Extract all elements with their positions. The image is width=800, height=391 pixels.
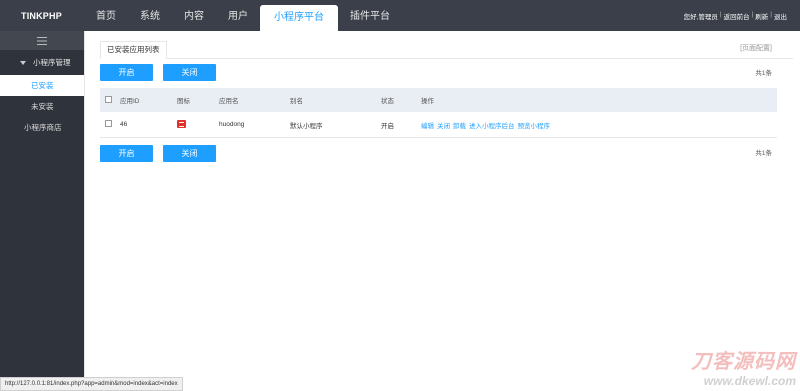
table-row: 46 huodong 默认小程序 开启 编辑 关闭 卸载 进入小程序后台 预览小…	[100, 112, 777, 138]
user-greeting: 您好,管理员	[683, 14, 718, 21]
page-config-link[interactable]: [页面配置]	[740, 43, 772, 53]
cell-actions: 编辑 关闭 卸载 进入小程序后台 预览小程序	[421, 120, 777, 130]
refresh-link[interactable]: 刷新	[755, 11, 768, 21]
caret-down-icon	[20, 60, 26, 65]
col-app-name: 应用名	[219, 98, 239, 105]
close-link[interactable]: 关闭	[437, 120, 450, 130]
enable-button-bottom[interactable]: 开启	[100, 145, 153, 162]
tab-underline	[100, 58, 793, 59]
app-icon	[177, 119, 186, 128]
sidebar-group-miniprogram[interactable]: 小程序管理	[0, 50, 84, 75]
separator: |	[751, 11, 754, 18]
sidebar-item-not-installed[interactable]: 未安装	[0, 96, 84, 117]
main-content: 已安装应用列表 [页面配置] 开启 关闭 共1条 应用ID 图标 应用名 别名 …	[84, 31, 800, 391]
cell-status: 开启	[381, 122, 394, 130]
row-checkbox[interactable]	[105, 120, 112, 127]
preview-link[interactable]: 预览小程序	[518, 120, 551, 130]
col-app-id: 应用ID	[120, 98, 140, 105]
col-alias: 别名	[290, 98, 303, 105]
watermark-url: www.dkewl.com	[703, 374, 796, 388]
edit-link[interactable]: 编辑	[421, 120, 434, 130]
nav-users[interactable]: 用户	[216, 0, 260, 31]
logout-link[interactable]: 退出	[774, 11, 787, 21]
apps-table: 应用ID 图标 应用名 别名 状态 操作 46 huodong 默认小程序 开启…	[100, 88, 777, 138]
cell-app-id: 46	[120, 121, 128, 128]
separator: |	[770, 11, 772, 18]
user-links: 您好,管理员 | 返回前台 | 刷新 | 退出	[684, 11, 787, 21]
disable-button-bottom[interactable]: 关闭	[163, 145, 216, 162]
sidebar-toggle[interactable]	[0, 31, 84, 50]
back-to-frontend-link[interactable]: 返回前台	[724, 11, 750, 21]
disable-button[interactable]: 关闭	[163, 64, 216, 81]
table-header: 应用ID 图标 应用名 别名 状态 操作	[100, 88, 777, 112]
tab-installed-apps[interactable]: 已安装应用列表	[100, 41, 167, 59]
sidebar: 小程序管理 已安装 未安装 小程序商店	[0, 31, 84, 391]
enter-admin-link[interactable]: 进入小程序后台	[469, 120, 515, 130]
nav-home[interactable]: 首页	[84, 0, 128, 31]
separator: |	[719, 11, 722, 18]
enable-button[interactable]: 开启	[100, 64, 153, 81]
nav-content[interactable]: 内容	[172, 0, 216, 31]
watermark: 刀客源码网 www.dkewl.com	[691, 345, 796, 388]
record-count: 共1条	[755, 70, 772, 77]
uninstall-link[interactable]: 卸载	[453, 120, 466, 130]
sidebar-group-label: 小程序管理	[33, 58, 71, 67]
sidebar-item-installed[interactable]: 已安装	[0, 75, 84, 96]
cell-app-name: huodong	[219, 121, 245, 128]
col-actions: 操作	[421, 98, 434, 105]
browser-status-bar: http://127.0.0.1:81/index.php?app=admin&…	[0, 377, 183, 391]
menu-icon	[37, 36, 47, 45]
nav-plugin-platform[interactable]: 插件平台	[338, 0, 402, 31]
watermark-title: 刀客源码网	[691, 351, 796, 373]
nav-system[interactable]: 系统	[128, 0, 172, 31]
col-icon: 图标	[177, 98, 190, 105]
top-navbar: TINKPHP 首页 系统 内容 用户 小程序平台 插件平台 您好,管理员 | …	[0, 0, 800, 31]
sidebar-item-store[interactable]: 小程序商店	[0, 117, 84, 138]
cell-alias: 默认小程序	[290, 122, 323, 130]
record-count-bottom: 共1条	[755, 150, 772, 157]
main-nav: 首页 系统 内容 用户 小程序平台 插件平台	[84, 0, 402, 31]
select-all-checkbox[interactable]	[105, 95, 112, 103]
brand-logo: TINKPHP	[21, 11, 62, 21]
nav-miniprogram-platform[interactable]: 小程序平台	[260, 5, 338, 31]
col-status: 状态	[381, 98, 394, 105]
